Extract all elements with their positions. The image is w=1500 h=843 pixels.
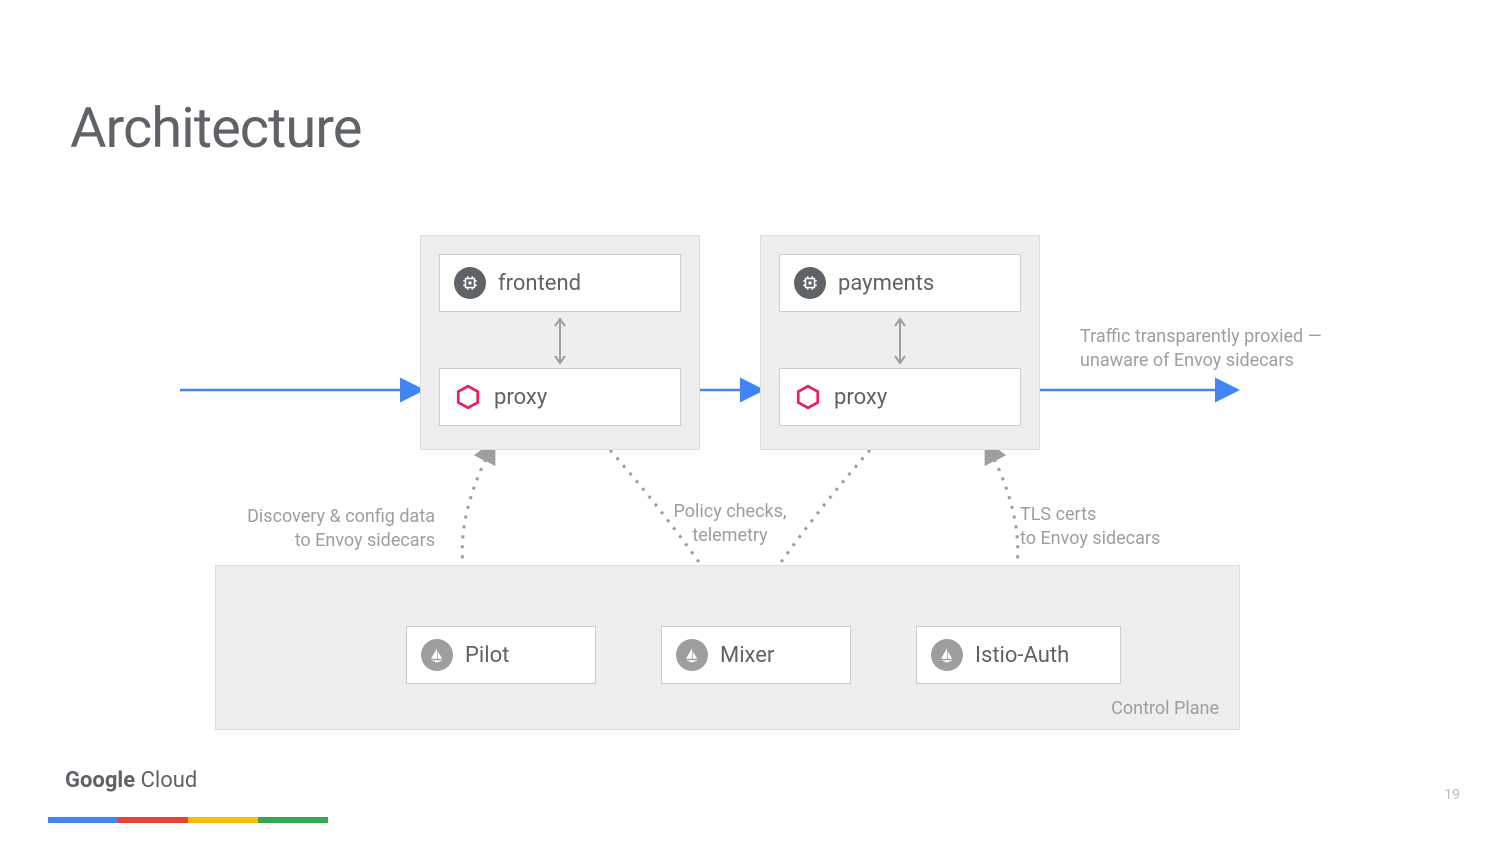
color-bar	[48, 817, 328, 823]
architecture-diagram: frontend proxy payments	[180, 220, 1320, 750]
service-payments-box: payments	[779, 254, 1021, 312]
chip-icon	[794, 267, 826, 299]
control-plane-label: Control Plane	[1111, 698, 1219, 719]
sail-icon	[931, 639, 963, 671]
bar-blue	[48, 817, 118, 823]
mixer-label: Mixer	[720, 643, 774, 668]
bar-green	[258, 817, 328, 823]
double-arrow-icon	[553, 316, 567, 366]
control-plane: Pilot Mixer Istio-Auth Control Plane	[215, 565, 1240, 730]
service-label: payments	[838, 271, 934, 296]
proxy-label: proxy	[834, 385, 887, 410]
istio-auth-box: Istio-Auth	[916, 626, 1121, 684]
pilot-label: Pilot	[465, 643, 509, 668]
service-frontend-box: frontend	[439, 254, 681, 312]
bar-yellow	[188, 817, 258, 823]
chip-icon	[454, 267, 486, 299]
sail-icon	[676, 639, 708, 671]
slide-title: Architecture	[70, 95, 361, 161]
cloud-text: Cloud	[135, 768, 197, 793]
annotation-policy: Policy checks, telemetry	[665, 500, 795, 549]
sail-icon	[421, 639, 453, 671]
pod-payments: payments proxy	[760, 235, 1040, 450]
proxy-label: proxy	[494, 385, 547, 410]
footer-logo: Google Cloud	[65, 768, 197, 793]
hexagon-icon	[794, 383, 822, 411]
annotation-traffic: Traffic transparently proxied — unaware …	[1080, 325, 1370, 374]
page-number: 19	[1444, 787, 1460, 803]
auth-label: Istio-Auth	[975, 643, 1069, 668]
google-text: Google	[65, 768, 135, 793]
annotation-discovery: Discovery & config data to Envoy sidecar…	[235, 505, 435, 554]
pilot-box: Pilot	[406, 626, 596, 684]
proxy-frontend-box: proxy	[439, 368, 681, 426]
proxy-payments-box: proxy	[779, 368, 1021, 426]
bar-red	[118, 817, 188, 823]
annotation-tls: TLS certs to Envoy sidecars	[1020, 503, 1210, 552]
hexagon-icon	[454, 383, 482, 411]
mixer-box: Mixer	[661, 626, 851, 684]
service-label: frontend	[498, 271, 581, 296]
double-arrow-icon	[893, 316, 907, 366]
pod-frontend: frontend proxy	[420, 235, 700, 450]
